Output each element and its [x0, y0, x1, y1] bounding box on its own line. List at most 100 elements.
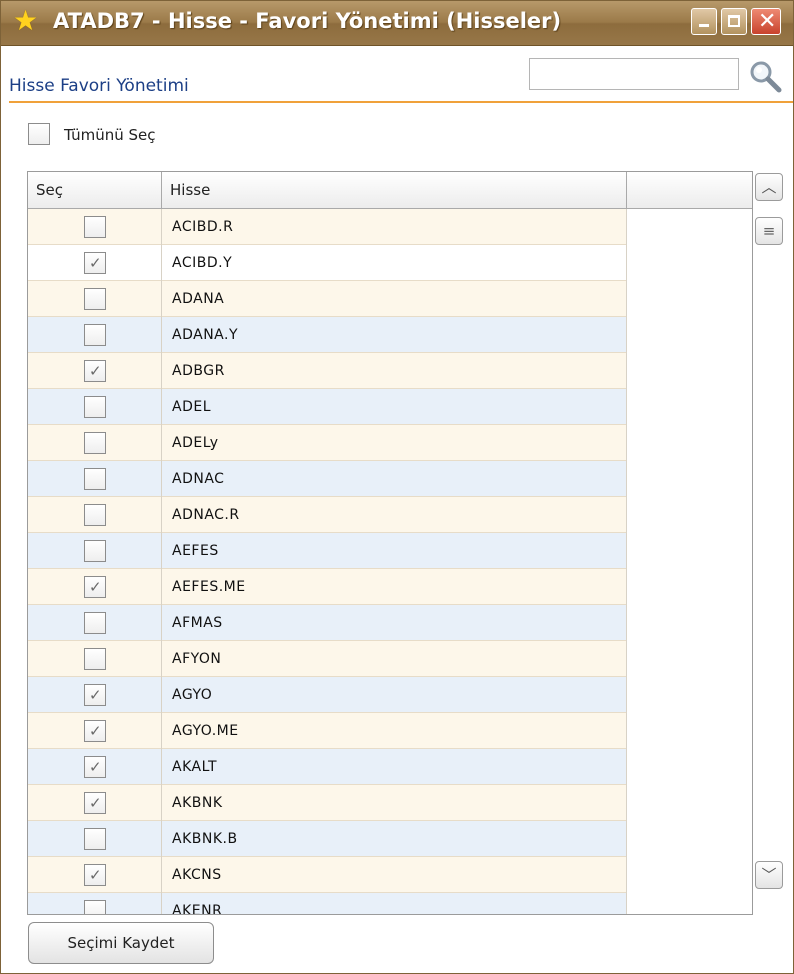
- check-icon: ✓: [89, 866, 102, 884]
- page-title: Hisse Favori Yönetimi: [9, 76, 189, 96]
- row-select-cell: [28, 641, 162, 677]
- table-row[interactable]: ACIBD.R: [28, 209, 752, 245]
- row-checkbox[interactable]: ✓: [84, 864, 106, 886]
- row-select-cell: [28, 821, 162, 857]
- close-icon: ✕: [758, 9, 777, 34]
- minimize-icon: [699, 24, 709, 27]
- table-row[interactable]: AFYON: [28, 641, 752, 677]
- row-checkbox[interactable]: [84, 612, 106, 634]
- save-selection-button[interactable]: Seçimi Kaydet: [28, 922, 214, 964]
- select-all-checkbox[interactable]: [28, 123, 50, 145]
- title-bar[interactable]: ★ ATADB7 - Hisse - Favori Yönetimi (Hiss…: [1, 1, 793, 46]
- column-header-hisse[interactable]: Hisse: [162, 172, 627, 208]
- chevron-down-icon: ﹀: [761, 866, 777, 884]
- row-select-cell: ✓: [28, 677, 162, 713]
- check-icon: ✓: [89, 722, 102, 740]
- maximize-button[interactable]: [721, 8, 747, 35]
- row-select-cell: [28, 317, 162, 353]
- row-checkbox[interactable]: [84, 468, 106, 490]
- row-checkbox[interactable]: ✓: [84, 252, 106, 274]
- row-select-cell: ✓: [28, 785, 162, 821]
- row-checkbox[interactable]: [84, 396, 106, 418]
- row-hisse-cell: AEFES: [162, 533, 627, 569]
- row-hisse-cell: AKBNK.B: [162, 821, 627, 857]
- row-hisse-cell: ADANA.Y: [162, 317, 627, 353]
- row-checkbox[interactable]: [84, 540, 106, 562]
- select-all-toggle[interactable]: Tümünü Seç: [28, 123, 156, 149]
- column-header-empty[interactable]: [627, 172, 752, 208]
- row-checkbox[interactable]: [84, 432, 106, 454]
- row-select-cell: [28, 425, 162, 461]
- table-row[interactable]: ✓ ADBGR: [28, 353, 752, 389]
- row-empty-cell: [627, 425, 752, 461]
- search-input[interactable]: [529, 58, 739, 90]
- table-row[interactable]: ✓ ACIBD.Y: [28, 245, 752, 281]
- row-hisse-cell: AGYO: [162, 677, 627, 713]
- table-row[interactable]: ✓ AKCNS: [28, 857, 752, 893]
- row-hisse-cell: AFMAS: [162, 605, 627, 641]
- table-row[interactable]: AKENR: [28, 893, 752, 914]
- scroll-thumb[interactable]: ≡: [755, 217, 783, 245]
- row-checkbox[interactable]: [84, 324, 106, 346]
- table-row[interactable]: ✓ AKBNK: [28, 785, 752, 821]
- row-hisse-cell: AEFES.ME: [162, 569, 627, 605]
- row-hisse-cell: AKALT: [162, 749, 627, 785]
- vertical-scrollbar[interactable]: ︿ ≡ ﹀: [755, 171, 787, 915]
- row-checkbox[interactable]: [84, 288, 106, 310]
- table-row[interactable]: AFMAS: [28, 605, 752, 641]
- row-checkbox[interactable]: ✓: [84, 720, 106, 742]
- row-checkbox[interactable]: [84, 648, 106, 670]
- row-select-cell: ✓: [28, 749, 162, 785]
- row-select-cell: [28, 281, 162, 317]
- row-empty-cell: [627, 857, 752, 893]
- scroll-up-button[interactable]: ︿: [755, 173, 783, 201]
- grid-header: Seç Hisse: [28, 172, 752, 209]
- row-hisse-cell: ADELy: [162, 425, 627, 461]
- row-select-cell: ✓: [28, 245, 162, 281]
- row-select-cell: [28, 893, 162, 914]
- row-empty-cell: [627, 713, 752, 749]
- table-row[interactable]: AEFES: [28, 533, 752, 569]
- table-row[interactable]: ✓ AGYO: [28, 677, 752, 713]
- close-button[interactable]: ✕: [751, 8, 781, 35]
- row-select-cell: ✓: [28, 353, 162, 389]
- table-row[interactable]: ADEL: [28, 389, 752, 425]
- table-row[interactable]: AKBNK.B: [28, 821, 752, 857]
- row-hisse-cell: ADBGR: [162, 353, 627, 389]
- check-icon: ✓: [89, 758, 102, 776]
- row-hisse-cell: AGYO.ME: [162, 713, 627, 749]
- row-empty-cell: [627, 353, 752, 389]
- select-all-label: Tümünü Seç: [64, 126, 156, 144]
- row-hisse-cell: AKBNK: [162, 785, 627, 821]
- row-checkbox[interactable]: ✓: [84, 684, 106, 706]
- magnifier-icon[interactable]: [747, 57, 783, 97]
- row-select-cell: ✓: [28, 857, 162, 893]
- row-checkbox[interactable]: [84, 504, 106, 526]
- table-row[interactable]: ADANA.Y: [28, 317, 752, 353]
- row-select-cell: [28, 605, 162, 641]
- row-checkbox[interactable]: [84, 828, 106, 850]
- grid-body: ACIBD.R ✓ ACIBD.Y ADANA ADANA.Y ✓ ADBGR ADEL ADE…: [28, 209, 752, 914]
- row-checkbox[interactable]: ✓: [84, 792, 106, 814]
- column-header-sec[interactable]: Seç: [28, 172, 162, 208]
- table-row[interactable]: ✓ AKALT: [28, 749, 752, 785]
- row-hisse-cell: ADANA: [162, 281, 627, 317]
- row-hisse-cell: AKCNS: [162, 857, 627, 893]
- table-row[interactable]: ADANA: [28, 281, 752, 317]
- row-checkbox[interactable]: ✓: [84, 576, 106, 598]
- row-checkbox[interactable]: [84, 900, 106, 914]
- check-icon: ✓: [89, 794, 102, 812]
- table-row[interactable]: ADNAC: [28, 461, 752, 497]
- minimize-button[interactable]: [691, 8, 717, 35]
- table-row[interactable]: ✓ AEFES.ME: [28, 569, 752, 605]
- row-checkbox[interactable]: [84, 216, 106, 238]
- scroll-down-button[interactable]: ﹀: [755, 861, 783, 889]
- row-hisse-cell: ACIBD.Y: [162, 245, 627, 281]
- row-checkbox[interactable]: ✓: [84, 756, 106, 778]
- row-select-cell: ✓: [28, 713, 162, 749]
- table-row[interactable]: ADELy: [28, 425, 752, 461]
- row-empty-cell: [627, 785, 752, 821]
- row-checkbox[interactable]: ✓: [84, 360, 106, 382]
- table-row[interactable]: ✓ AGYO.ME: [28, 713, 752, 749]
- table-row[interactable]: ADNAC.R: [28, 497, 752, 533]
